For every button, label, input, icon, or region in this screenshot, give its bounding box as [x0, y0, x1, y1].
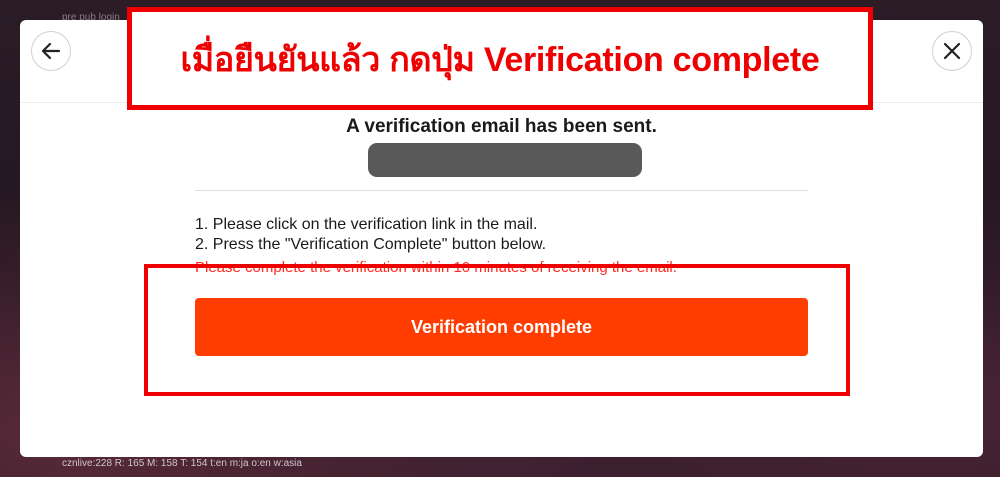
dialog-title: A verification email has been sent.	[346, 116, 657, 137]
instruction-step-1: 1. Please click on the verification link…	[195, 216, 538, 233]
annotation-caption-box: เมื่อยืนยันแล้ว กดปุ่ม Verification comp…	[127, 7, 873, 110]
close-button[interactable]	[932, 31, 972, 71]
annotation-caption: เมื่อยืนยันแล้ว กดปุ่ม Verification comp…	[180, 40, 820, 79]
back-button[interactable]	[31, 31, 71, 71]
close-icon	[942, 41, 962, 61]
redacted-email	[368, 143, 642, 177]
annotation-highlight-box	[144, 264, 850, 396]
arrow-left-icon	[40, 40, 62, 62]
instruction-step-2: 2. Press the "Verification Complete" but…	[195, 236, 547, 253]
content-divider	[195, 190, 808, 191]
debug-status-text: cznlive:228 R: 165 M: 158 T: 154 t:en m:…	[62, 458, 302, 469]
